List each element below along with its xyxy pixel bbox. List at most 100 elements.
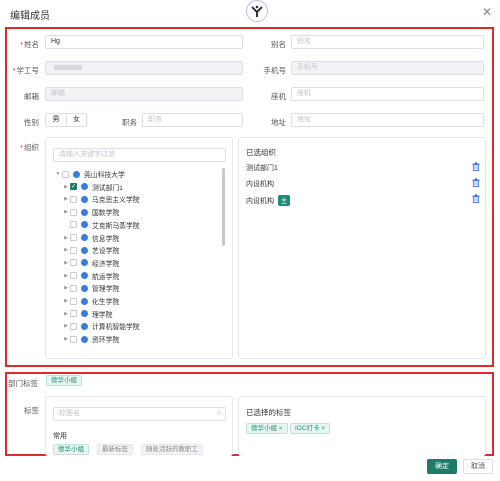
- selected-tag-label: 德华小组: [251, 425, 277, 432]
- tree-node[interactable]: ▶ 艺设学院: [54, 244, 119, 256]
- staff-no-input[interactable]: [45, 61, 243, 75]
- org-node-icon: [81, 272, 88, 280]
- expand-toggle-icon[interactable]: ▶: [62, 196, 70, 202]
- tree-node-label: 管理学院: [92, 286, 120, 294]
- tree-checkbox[interactable]: [70, 259, 77, 267]
- org-node-icon: [81, 322, 88, 330]
- selected-org-panel: 已选组织 测试部门1 内设机构 内设机构主: [238, 137, 486, 359]
- phone-input[interactable]: 手机号: [291, 61, 484, 75]
- org-node-icon: [81, 259, 88, 267]
- phone-label: 手机号: [263, 66, 287, 75]
- tree-node[interactable]: ▶ 理学院: [54, 308, 112, 320]
- tree-checkbox[interactable]: [70, 221, 77, 229]
- expand-toggle-icon[interactable]: ▶: [62, 260, 70, 266]
- tree-checkbox[interactable]: [70, 272, 77, 280]
- tree-node[interactable]: ▶ 化生学院: [54, 295, 119, 307]
- expand-toggle-icon[interactable]: ▶: [62, 323, 70, 329]
- expand-toggle-icon[interactable]: ▶: [62, 336, 70, 342]
- selected-org-label: 内设机构: [246, 181, 274, 188]
- address-input[interactable]: 地址: [291, 113, 484, 127]
- tree-node[interactable]: ▶ ✓ 测试部门1: [54, 181, 123, 193]
- tree-checkbox[interactable]: [70, 246, 77, 254]
- tree-node-label: 资环学院: [92, 337, 120, 345]
- expand-toggle-icon[interactable]: ▶: [62, 311, 70, 317]
- alias-input[interactable]: 别名: [291, 35, 484, 49]
- app-logo-icon: [246, 0, 268, 22]
- selected-org-item: 测试部门1: [246, 163, 278, 173]
- tree-node[interactable]: ▶ 资环学院: [54, 333, 119, 345]
- common-tag[interactable]: 最新标签: [97, 444, 133, 455]
- remove-tag-icon[interactable]: ×: [320, 425, 325, 432]
- tag-search-panel: 标签名 ○ 常用 德华小组 最新标签 随处活跃的教职工: [45, 396, 233, 456]
- org-node-icon: [81, 335, 88, 343]
- expand-toggle-icon[interactable]: ▶: [62, 298, 70, 304]
- tree-node-label: 理学院: [92, 311, 113, 319]
- common-tag[interactable]: 德华小组: [53, 444, 89, 455]
- tree-node[interactable]: ▶ 航运学院: [54, 270, 119, 282]
- tree-node[interactable]: 艾克斯马蒸学院: [54, 219, 140, 231]
- tree-node[interactable]: ▶ 管理学院: [54, 282, 119, 294]
- org-search-input[interactable]: 请输入关键字过滤: [53, 148, 226, 162]
- selected-tag-label: IOC打卡: [295, 425, 320, 432]
- expand-toggle-icon[interactable]: ▶: [62, 247, 70, 253]
- cancel-button[interactable]: 取消: [463, 459, 493, 474]
- expand-toggle-icon[interactable]: ▼: [54, 171, 62, 177]
- tree-checkbox[interactable]: [70, 195, 77, 203]
- tree-checkbox[interactable]: [70, 234, 77, 241]
- name-input[interactable]: Hg: [45, 35, 243, 49]
- expand-toggle-icon[interactable]: ▶: [62, 285, 70, 291]
- org-tree-panel: 请输入关键字过滤 ▼ 莞山科技大学 ▶ ✓ 测试部门1 ▶ 马克思主义学院 ▶ 国数学院 艾克斯马…: [45, 137, 233, 359]
- email-input[interactable]: 邮箱: [45, 87, 243, 101]
- gender-segmented[interactable]: 男 女: [45, 113, 87, 127]
- org-node-icon: [81, 246, 88, 254]
- remove-tag-icon[interactable]: ×: [277, 425, 283, 432]
- org-node-icon: [81, 234, 88, 241]
- staff-no-label: *学工号: [12, 66, 39, 75]
- selected-org-title: 已选组织: [246, 148, 276, 157]
- position-input[interactable]: 职务: [142, 113, 243, 127]
- tree-node[interactable]: ▶ 马克思主义学院: [54, 193, 140, 205]
- tree-checkbox[interactable]: [70, 310, 77, 318]
- gender-female-option[interactable]: 女: [66, 114, 86, 126]
- main-org-badge[interactable]: 主: [278, 195, 291, 206]
- tree-node[interactable]: ▶ 信息学院: [54, 232, 119, 244]
- tree-node[interactable]: ▶ 经济学院: [54, 257, 119, 269]
- tree-checkbox[interactable]: [62, 170, 69, 178]
- common-tag[interactable]: 随处活跃的教职工: [141, 444, 203, 455]
- expand-toggle-icon[interactable]: ▶: [62, 209, 70, 215]
- close-icon[interactable]: ✕: [482, 5, 492, 19]
- selected-tag: IOC打卡 ×: [290, 423, 331, 434]
- alias-label: 别名: [271, 40, 286, 49]
- tree-checkbox[interactable]: [70, 208, 77, 216]
- expand-toggle-icon[interactable]: ▶: [62, 235, 70, 241]
- tree-node[interactable]: ▶ 国数学院: [54, 206, 119, 218]
- tags-label: 标签: [24, 406, 39, 415]
- name-label: *姓名: [20, 40, 39, 49]
- confirm-button[interactable]: 确定: [427, 459, 457, 474]
- expand-toggle-icon[interactable]: ▶: [62, 184, 70, 190]
- tree-checkbox[interactable]: [70, 322, 77, 330]
- tree-checkbox[interactable]: [70, 335, 77, 343]
- tree-node-label: 经济学院: [92, 260, 120, 268]
- org-node-icon: [73, 170, 80, 178]
- gender-male-option[interactable]: 男: [46, 114, 66, 126]
- tree-checkbox[interactable]: [70, 297, 77, 305]
- selected-tags-panel: 已选择的标签 德华小组 × IOC打卡 ×: [238, 396, 486, 456]
- tree-node[interactable]: ▶ 计算机智能学院: [54, 320, 140, 332]
- common-tags-label: 常用: [53, 433, 67, 440]
- trash-icon[interactable]: [472, 162, 480, 171]
- tree-checkbox[interactable]: [70, 284, 77, 292]
- trash-icon[interactable]: [472, 194, 480, 203]
- trash-icon[interactable]: [472, 178, 480, 187]
- expand-toggle-icon[interactable]: ▶: [62, 273, 70, 279]
- gender-label: 性别: [24, 118, 39, 127]
- scrollbar-thumb[interactable]: [222, 168, 225, 246]
- tree-checkbox[interactable]: ✓: [70, 183, 77, 191]
- landline-input[interactable]: 座机: [291, 87, 484, 101]
- tag-search-input[interactable]: 标签名 ○: [53, 407, 226, 421]
- tree-node[interactable]: ▼ 莞山科技大学: [54, 168, 125, 180]
- search-icon[interactable]: ○: [217, 408, 221, 420]
- email-label: 邮箱: [24, 92, 39, 101]
- dept-tag: 德华小组: [46, 375, 82, 386]
- tree-node-label: 国数学院: [92, 210, 120, 218]
